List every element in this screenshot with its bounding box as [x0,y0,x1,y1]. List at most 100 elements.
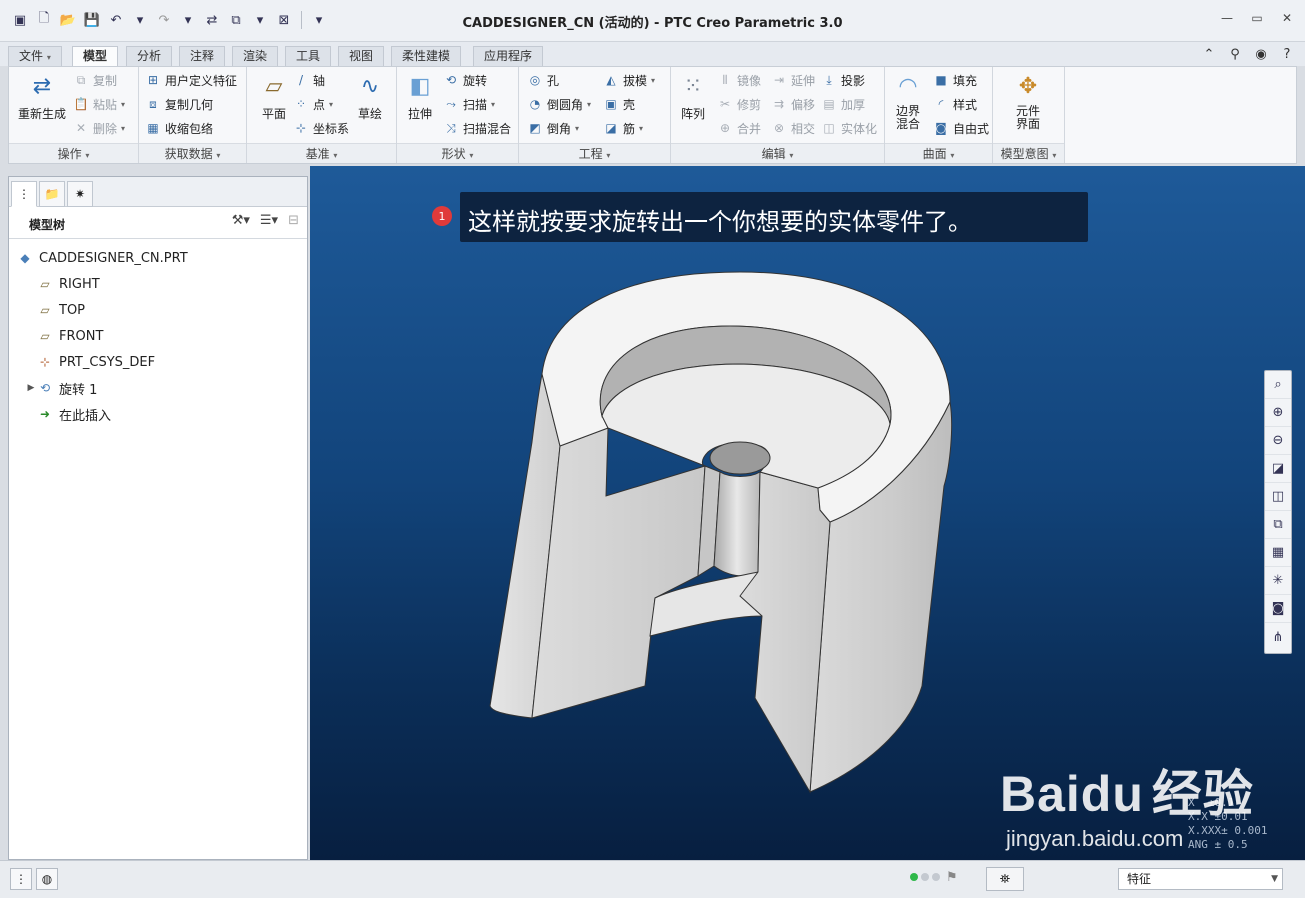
hole-button[interactable]: ◎ 孔 [527,69,559,91]
chamfer-button[interactable]: ◩ 倒角 ▾ [527,117,579,139]
draft-button[interactable]: ◭ 拔模 ▾ [603,69,655,91]
swept-blend-button[interactable]: ⤨ 扫描混合 [443,117,511,139]
copy-button[interactable]: ⧉ 复制 [73,69,117,91]
tree-node-right[interactable]: ▱ RIGHT [9,271,307,297]
minimize-ribbon-icon[interactable]: ⌃ [1201,46,1217,62]
boundary-blend-button[interactable]: ◠ 边界混合 [885,71,931,131]
tree-node-front[interactable]: ▱ FRONT [9,323,307,349]
annotation-display-icon[interactable]: ◙ [1265,595,1291,623]
mirror-button[interactable]: ⫴ 镜像 [717,69,761,91]
thicken-button[interactable]: ▤ 加厚 [821,93,865,115]
tree-node-part[interactable]: ◆ CADDESIGNER_CN.PRT [9,245,307,271]
model-tree-header: 模型树 ⚒▾ ☰▾ ⊟ [9,207,307,239]
tree-node-insert-here[interactable]: ➜ 在此插入 [9,401,307,427]
intersect-button[interactable]: ⊗ 相交 [771,117,815,139]
shrinkwrap-button[interactable]: ▦ 收缩包络 [145,117,213,139]
tab-applications[interactable]: 应用程序 [473,46,544,66]
folder-browser-tab-icon[interactable]: 📁 [39,181,65,207]
group-shapes-label[interactable]: 形状 ▾ [397,143,518,163]
tab-tools[interactable]: 工具 [285,46,332,66]
group-datum-label[interactable]: 基准 ▾ [247,143,396,163]
trim-button[interactable]: ✂ 修剪 [717,93,761,115]
show-browser-icon[interactable]: ◍ [36,868,58,890]
tree-node-top[interactable]: ▱ TOP [9,297,307,323]
component-interface-icon: ✥ [1018,73,1038,99]
round-button[interactable]: ◔ 倒圆角 ▾ [527,93,591,115]
component-interface-button[interactable]: ✥ 元件界面 [1003,71,1053,131]
group-model-intent-label[interactable]: 模型意图 ▾ [993,143,1064,163]
axis-button[interactable]: / 轴 [293,69,325,91]
copy-geometry-button[interactable]: ⧈ 复制几何 [145,93,213,115]
group-editing-label[interactable]: 编辑 ▾ [671,143,884,163]
tab-flexible-modeling[interactable]: 柔性建模 [391,46,462,66]
delete-button[interactable]: ✕ 删除 ▾ [73,117,125,139]
freestyle-icon: ◙ [935,121,947,135]
point-button[interactable]: ⁘ 点 ▾ [293,93,333,115]
tree-show-icon[interactable]: ☰▾ [260,213,278,228]
tab-render[interactable]: 渲染 [232,46,279,66]
zoom-out-icon[interactable]: ⊖ [1265,427,1291,455]
fill-button[interactable]: ■ 填充 [933,69,977,91]
group-surfaces: ◠ 边界混合 ■ 填充 ◜ 样式 ◙ 自由式 曲面 ▾ [885,67,993,163]
view-manager-icon[interactable]: ▦ [1265,539,1291,567]
tab-analysis[interactable]: 分析 [126,46,173,66]
selection-filter-select[interactable]: 特征 ▼ [1118,868,1283,890]
merge-button[interactable]: ⊕ 合并 [717,117,761,139]
close-icon[interactable]: ✕ [1279,10,1295,26]
group-engineering-label[interactable]: 工程 ▾ [519,143,670,163]
regen-status-lights [910,873,940,881]
project-button[interactable]: ⤓ 投影 [821,69,865,91]
freestyle-button[interactable]: ◙ 自由式 [933,117,989,139]
project-icon: ⤓ [826,72,832,87]
model-tree-tab-icon[interactable]: ⋮ [11,181,37,207]
display-style-icon[interactable]: ◫ [1265,483,1291,511]
tab-annotate[interactable]: 注释 [179,46,226,66]
revolve-button[interactable]: ⟲ 旋转 [443,69,487,91]
plane-button[interactable]: ▱ 平面 [249,71,299,122]
tab-file[interactable]: 文件 ▾ [8,46,62,66]
extend-button[interactable]: ⇥ 延伸 [771,69,815,91]
find-button[interactable]: ⛯ [986,867,1024,891]
tab-view[interactable]: 视图 [338,46,385,66]
group-surfaces-label[interactable]: 曲面 ▾ [885,143,992,163]
chevron-down-icon: ▾ [639,123,644,133]
tree-filter-icon[interactable]: ⊟ [288,213,299,228]
tree-node-csys[interactable]: ⊹ PRT_CSYS_DEF [9,349,307,375]
fill-icon: ■ [935,73,947,87]
udf-button[interactable]: ⊞ 用户定义特征 [145,69,237,91]
sketch-button[interactable]: ∿ 草绘 [347,71,393,122]
tree-node-revolve[interactable]: ▶ ⟲ 旋转 1 [9,375,307,401]
tree-settings-icon[interactable]: ⚒▾ [232,213,250,228]
search-icon[interactable]: ⚲ [1227,46,1243,62]
solidify-button[interactable]: ◫ 实体化 [821,117,877,139]
expand-arrow-icon[interactable]: ▶ [25,383,37,393]
datum-display-icon[interactable]: ✳ [1265,567,1291,595]
favorites-tab-icon[interactable]: ✷ [67,181,93,207]
community-icon[interactable]: ◉ [1253,46,1269,62]
help-icon[interactable]: ? [1279,46,1295,62]
saved-orientations-icon[interactable]: ⧉ [1265,511,1291,539]
maximize-icon[interactable]: ▭ [1249,10,1265,26]
flag-icon[interactable]: ⚑ [946,870,958,885]
group-operations-label[interactable]: 操作 ▾ [9,143,138,163]
show-navigator-icon[interactable]: ⋮ [10,868,32,890]
graphics-window[interactable]: 1 这样就按要求旋转出一个你想要的实体零件了。 ⌕ ⊕ ⊖ ◪ ◫ ⧉ ▦ ✳ … [310,166,1305,860]
offset-button[interactable]: ⇉ 偏移 [771,93,815,115]
sweep-button[interactable]: ⤳ 扫描 ▾ [443,93,495,115]
refit-icon[interactable]: ⌕ [1265,371,1291,399]
paste-button[interactable]: 📋 粘贴 ▾ [73,93,126,115]
style-button[interactable]: ◜ 样式 [933,93,977,115]
csys-button[interactable]: ⊹ 坐标系 [293,117,349,139]
pattern-button[interactable]: ⁙ 阵列 [671,71,715,122]
zoom-in-icon[interactable]: ⊕ [1265,399,1291,427]
repaint-icon[interactable]: ◪ [1265,455,1291,483]
extrude-button[interactable]: ◧ 拉伸 [397,71,443,122]
group-get-data-label[interactable]: 获取数据 ▾ [139,143,246,163]
rib-button[interactable]: ◪ 筋 ▾ [603,117,643,139]
minimize-icon[interactable]: — [1219,10,1235,26]
regenerate-button[interactable]: ⇄ 重新生成 [13,71,71,122]
spin-center-icon[interactable]: ⋔ [1265,623,1291,651]
shell-button[interactable]: ▣ 壳 [603,93,635,115]
tab-model[interactable]: 模型 [72,46,119,67]
group-datum: ▱ 平面 / 轴 ⁘ 点 ▾ ⊹ 坐标系 ∿ 草绘 基准 ▾ [247,67,397,163]
